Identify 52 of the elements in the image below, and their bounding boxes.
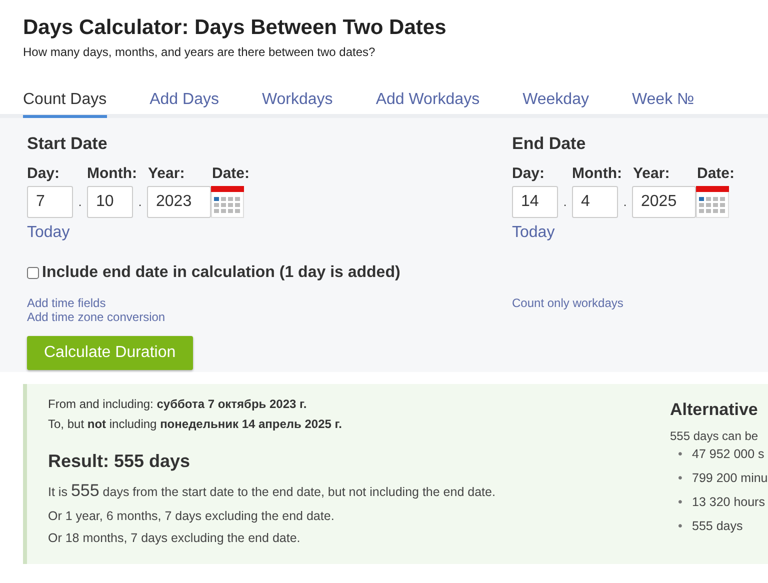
separator: . — [622, 195, 628, 209]
to-text: To, but not including понедельник 14 апрель 2025 г. — [48, 416, 343, 433]
tab[interactable]: Add Workdays — [376, 91, 480, 118]
bullet: • — [678, 495, 684, 510]
day-input[interactable]: 14 — [512, 186, 558, 218]
separator: . — [77, 195, 83, 209]
calendar-icon[interactable] — [211, 186, 244, 218]
unit-item: 799 200 minu — [692, 471, 768, 486]
calendar-icon[interactable] — [696, 186, 729, 218]
section-heading: Start Date — [27, 134, 108, 154]
field-label: Date: — [212, 165, 250, 182]
unit-item: 13 320 hours — [692, 495, 765, 510]
page-subtitle: How many days, months, and years are there between two dates? — [23, 45, 376, 59]
day-input[interactable]: 7 — [27, 186, 73, 218]
tab[interactable]: Weekday — [522, 91, 589, 118]
month-input[interactable]: 4 — [572, 186, 618, 218]
option-link[interactable]: Count only workdays — [512, 296, 624, 310]
result-heading: Result: 555 days — [48, 451, 192, 472]
from-text: From and including: суббота 7 октябрь 2023 г. — [48, 396, 308, 413]
result-sentence: It is 555 days from the start date to the end date, but not including the end date. — [48, 481, 496, 501]
field-label: Date: — [697, 165, 735, 182]
bullet: • — [678, 447, 684, 462]
field-label: Month: — [87, 165, 138, 182]
unit-item: 555 days — [692, 519, 743, 534]
section-heading: End Date — [512, 134, 587, 154]
field-label: Day: — [512, 165, 546, 182]
result-line: Or 18 months, 7 days excluding the end date. — [48, 531, 302, 545]
field-label: Year: — [148, 165, 186, 182]
checkbox-label: Include end date in calculation (1 day is added) — [42, 264, 400, 282]
page-title: Days Calculator: Days Between Two Dates — [23, 16, 448, 40]
year-input[interactable]: 2023 — [147, 186, 211, 218]
bullet: • — [678, 471, 684, 486]
option-link[interactable]: Add time zone conversion — [27, 310, 166, 324]
month-input[interactable]: 10 — [87, 186, 133, 218]
today-link[interactable]: Today — [512, 224, 555, 242]
option-link[interactable]: Add time fields — [27, 296, 106, 310]
field-label: Month: — [572, 165, 623, 182]
tab[interactable]: Workdays — [262, 91, 333, 118]
checkbox[interactable] — [27, 267, 39, 279]
alternative-intro: 555 days can be — [670, 429, 760, 443]
field-label: Year: — [633, 165, 671, 182]
tab[interactable]: Week № — [632, 91, 694, 118]
tab[interactable]: Add Days — [150, 91, 219, 118]
year-input[interactable]: 2025 — [632, 186, 696, 218]
bullet: • — [678, 519, 684, 534]
alternative-heading: Alternative — [670, 400, 759, 420]
today-link[interactable]: Today — [27, 224, 70, 242]
result-line: Or 1 year, 6 months, 7 days excluding the end date. — [48, 509, 336, 523]
unit-item: 47 952 000 s — [692, 447, 764, 462]
field-label: Day: — [27, 165, 61, 182]
separator: . — [562, 195, 568, 209]
separator: . — [137, 195, 143, 209]
